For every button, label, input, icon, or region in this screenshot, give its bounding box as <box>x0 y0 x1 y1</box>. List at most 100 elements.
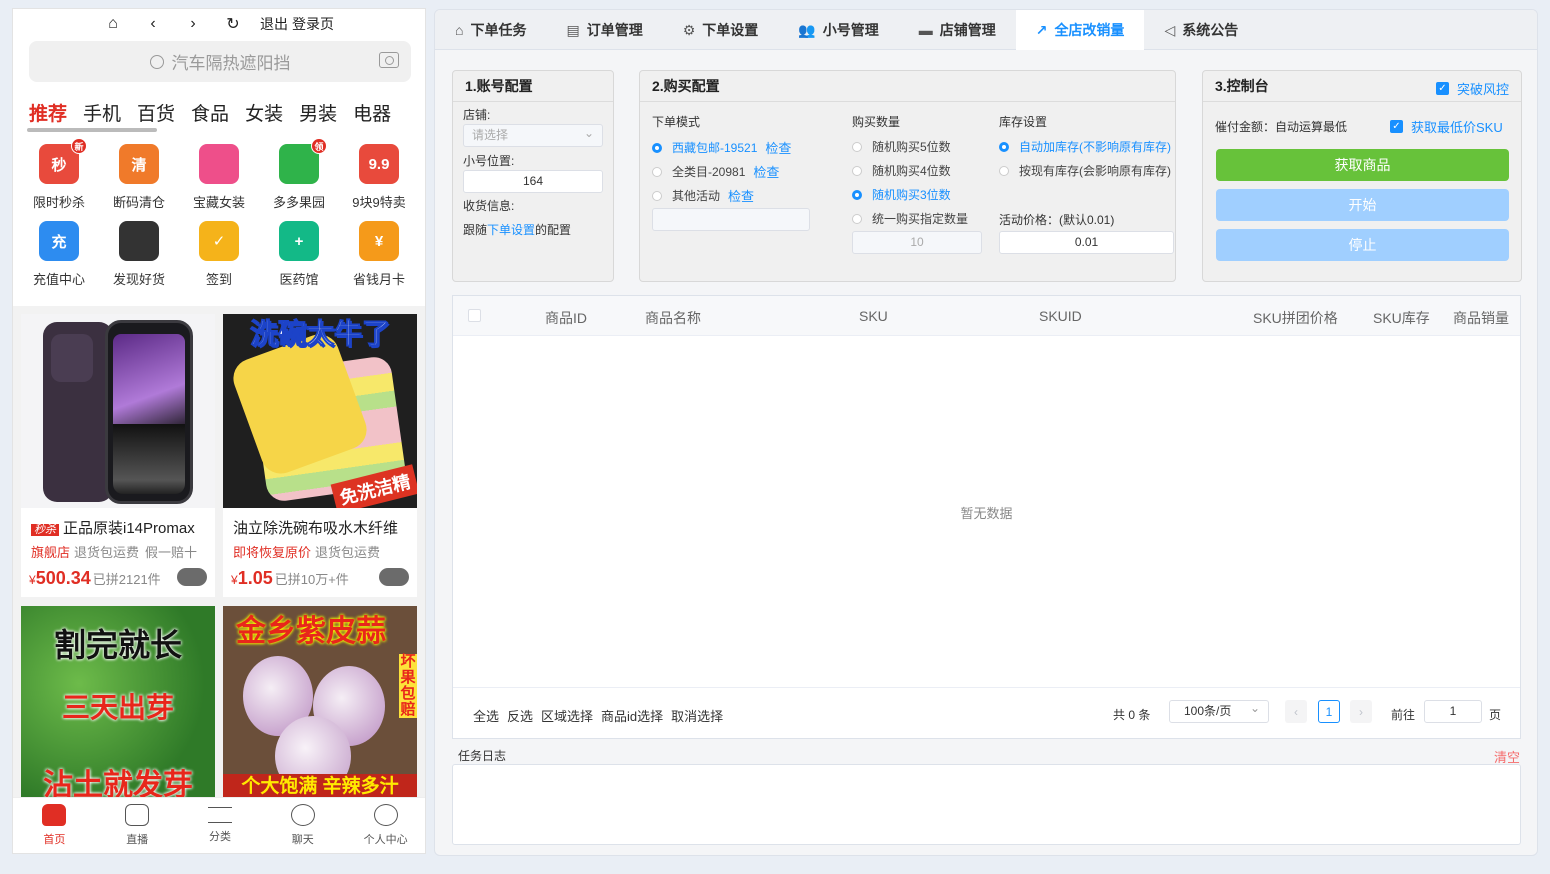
clipboard-icon: ▤ <box>566 21 580 38</box>
shortcut-grid: 秒新限时秒杀清断码清仓 宝藏女装领多多果园 9.9 9块9特卖充充值中心 发现好货 ✓ 签到… <box>13 138 425 288</box>
shortcut-item[interactable]: 领多多果园 <box>259 138 339 211</box>
qty-radio[interactable]: 随机购买5位数 <box>852 138 951 155</box>
category-scrollbar[interactable] <box>23 127 417 133</box>
pay-amount-label: 催付金额：自动运算最低 <box>1215 120 1348 134</box>
purchase-config-panel: 2.购买配置 下单模式 西藏包邮-19521 检查 全类目-20981 检查 其他活… <box>639 70 1176 282</box>
back-icon[interactable]: ‹ <box>144 15 162 33</box>
shortcut-item[interactable]: 秒新限时秒杀 <box>19 138 99 211</box>
shortcut-item[interactable]: 宝藏女装 <box>179 144 259 211</box>
product-card[interactable]: 秒杀 正品原装i14Promax 旗舰店 退货包运费 假一赔十 ¥500.34 已拼21… <box>21 314 215 597</box>
tab-announcement[interactable]: ◁ 系统公告 <box>1144 10 1258 50</box>
col-product-name[interactable]: 商品名称 <box>645 308 701 328</box>
tabbar-home[interactable]: 首页 <box>13 798 96 853</box>
shortcut-icon: 充 <box>39 221 79 261</box>
mode-radio[interactable]: 西藏包邮-19521 检查 <box>652 138 791 157</box>
stop-button[interactable]: 停止 <box>1216 229 1509 261</box>
col-sku[interactable]: SKU <box>859 308 888 324</box>
exit-link[interactable]: 退出 <box>260 14 288 34</box>
page-size-select[interactable]: 100条/页 <box>1169 698 1269 723</box>
mode-radio[interactable]: 其他活动 检查 <box>652 186 754 205</box>
shortcut-item[interactable]: ✓ 签到 <box>179 221 259 288</box>
goto-page-input[interactable]: 1 <box>1424 700 1482 723</box>
check-link[interactable]: 检查 <box>753 162 779 181</box>
prev-page-button[interactable]: ‹ <box>1285 700 1307 723</box>
lowest-sku-checkbox[interactable]: ✓ 获取最低价SKU <box>1390 117 1503 136</box>
badge: 新 <box>71 138 87 154</box>
task-log-area[interactable] <box>452 764 1521 845</box>
shortcut-item[interactable]: 发现好货 <box>99 221 179 288</box>
col-skuid[interactable]: SKUID <box>1039 308 1082 324</box>
tab-shop-manage[interactable]: ▬ 店铺管理 <box>899 10 1016 50</box>
category-tab[interactable]: 电器 <box>353 99 391 126</box>
col-product-id[interactable]: 商品ID <box>545 308 587 328</box>
tab-order-settings[interactable]: ⚙ 下单设置 <box>663 10 779 50</box>
stock-radio[interactable]: 按现有库存(会影响原有库存) <box>999 162 1171 179</box>
category-tab[interactable]: 百货 <box>137 99 175 126</box>
tab-order-manage[interactable]: ▤ 订单管理 <box>546 10 662 50</box>
col-sales[interactable]: 商品销量 <box>1453 308 1509 328</box>
table-header: 商品ID 商品名称 SKU SKUID SKU拼团价格 SKU库存 商品销量 <box>453 296 1520 336</box>
qty-radio[interactable]: 统一购买指定数量 <box>852 210 968 227</box>
qty-radio[interactable]: 随机购买4位数 <box>852 162 951 179</box>
home-icon[interactable]: ⌂ <box>104 15 122 33</box>
category-tab[interactable]: 食品 <box>191 99 229 126</box>
category-tab[interactable]: 男装 <box>299 99 337 126</box>
product-card[interactable]: 金乡紫皮蒜 坏果包赔 个大饱满 辛辣多汁 <box>223 606 417 798</box>
mobile-preview: ⌂ ‹ › ↻ 退出 登录页 汽车隔热遮阳挡 推荐 手机 百货 食品 女装 男装… <box>12 8 426 854</box>
product-image-garlic: 金乡紫皮蒜 坏果包赔 个大饱满 辛辣多汁 <box>223 606 417 798</box>
category-tab[interactable]: 手机 <box>83 99 121 126</box>
camera-icon[interactable] <box>379 52 399 68</box>
breakout-checkbox[interactable]: ✓ 突破风控 <box>1435 79 1509 98</box>
category-tab[interactable]: 女装 <box>245 99 283 126</box>
tabbar-profile[interactable]: 个人中心 <box>344 798 425 853</box>
col-sku-price[interactable]: SKU拼团价格 <box>1253 308 1338 328</box>
range-select-link[interactable]: 区域选择 <box>541 706 593 725</box>
shortcut-icon: 秒新 <box>39 138 87 184</box>
select-all-checkbox[interactable] <box>468 309 481 322</box>
page-number[interactable]: 1 <box>1318 700 1340 723</box>
check-link[interactable]: 检查 <box>765 138 791 157</box>
qty-radio[interactable]: 随机购买3位数 <box>852 186 951 203</box>
console-panel: 3.控制台 ✓ 突破风控 催付金额：自动运算最低 ✓ 获取最低价SKU 获取商品 开… <box>1202 70 1522 282</box>
forward-icon[interactable]: › <box>184 15 202 33</box>
home-icon: ⌂ <box>455 22 464 38</box>
product-card[interactable]: 洗碗太牛了 免洗洁精 油立除洗碗布吸水木纤维 即将恢复原价 退货包运费 ¥1.05… <box>223 314 417 597</box>
tabbar-chat[interactable]: 聊天 <box>261 798 344 853</box>
qty-input[interactable]: 10 <box>852 231 982 254</box>
cancel-select-link[interactable]: 取消选择 <box>671 706 723 725</box>
shortcut-label: 9块9特卖 <box>352 195 406 210</box>
login-link[interactable]: 登录页 <box>292 14 334 34</box>
select-all-link[interactable]: 全选 <box>473 706 499 725</box>
table-footer: 全选 反选 区域选择 商品id选择 取消选择 共 0 条 100条/页 ‹ 1 … <box>453 687 1520 738</box>
col-sku-stock[interactable]: SKU库存 <box>1373 308 1430 328</box>
position-input[interactable]: 164 <box>463 170 603 193</box>
category-tab[interactable]: 推荐 <box>29 99 67 126</box>
tab-sales-edit[interactable]: ↗ 全店改销量 <box>1015 10 1145 50</box>
invert-select-link[interactable]: 反选 <box>507 706 533 725</box>
mode-radio[interactable]: 全类目-20981 检查 <box>652 162 779 181</box>
shortcut-item[interactable]: 充充值中心 <box>19 221 99 288</box>
shortcut-item[interactable]: 9.9 9块9特卖 <box>339 144 419 211</box>
order-settings-link[interactable]: 下单设置 <box>487 223 535 237</box>
shortcut-item[interactable]: ¥ 省钱月卡 <box>339 221 419 288</box>
search-box[interactable]: 汽车隔热遮阳挡 <box>29 41 411 82</box>
product-title: 秒杀 正品原装i14Promax <box>21 508 215 538</box>
start-button[interactable]: 开始 <box>1216 189 1509 221</box>
shop-select[interactable]: 请选择 ⌄ <box>463 124 603 147</box>
tab-order-task[interactable]: ⌂ 下单任务 <box>435 10 546 50</box>
tabbar-live[interactable]: 直播 <box>96 798 179 853</box>
buyer-avatars <box>379 568 409 586</box>
activity-input[interactable] <box>652 208 810 231</box>
price-input[interactable]: 0.01 <box>999 231 1174 254</box>
tabbar-category[interactable]: 分类 <box>179 798 262 853</box>
shortcut-item[interactable]: 清断码清仓 <box>99 144 179 211</box>
product-card[interactable]: 割完就长 三天出芽 沾土就发芽 <box>21 606 215 798</box>
next-page-button[interactable]: › <box>1350 700 1372 723</box>
check-link[interactable]: 检查 <box>728 186 754 205</box>
shortcut-item[interactable]: + 医药馆 <box>259 221 339 288</box>
id-select-link[interactable]: 商品id选择 <box>601 706 663 725</box>
get-products-button[interactable]: 获取商品 <box>1216 149 1509 181</box>
stock-radio[interactable]: 自动加库存(不影响原有库存) <box>999 138 1171 155</box>
refresh-icon[interactable]: ↻ <box>224 14 242 34</box>
tab-accounts[interactable]: 👥 小号管理 <box>778 10 898 50</box>
